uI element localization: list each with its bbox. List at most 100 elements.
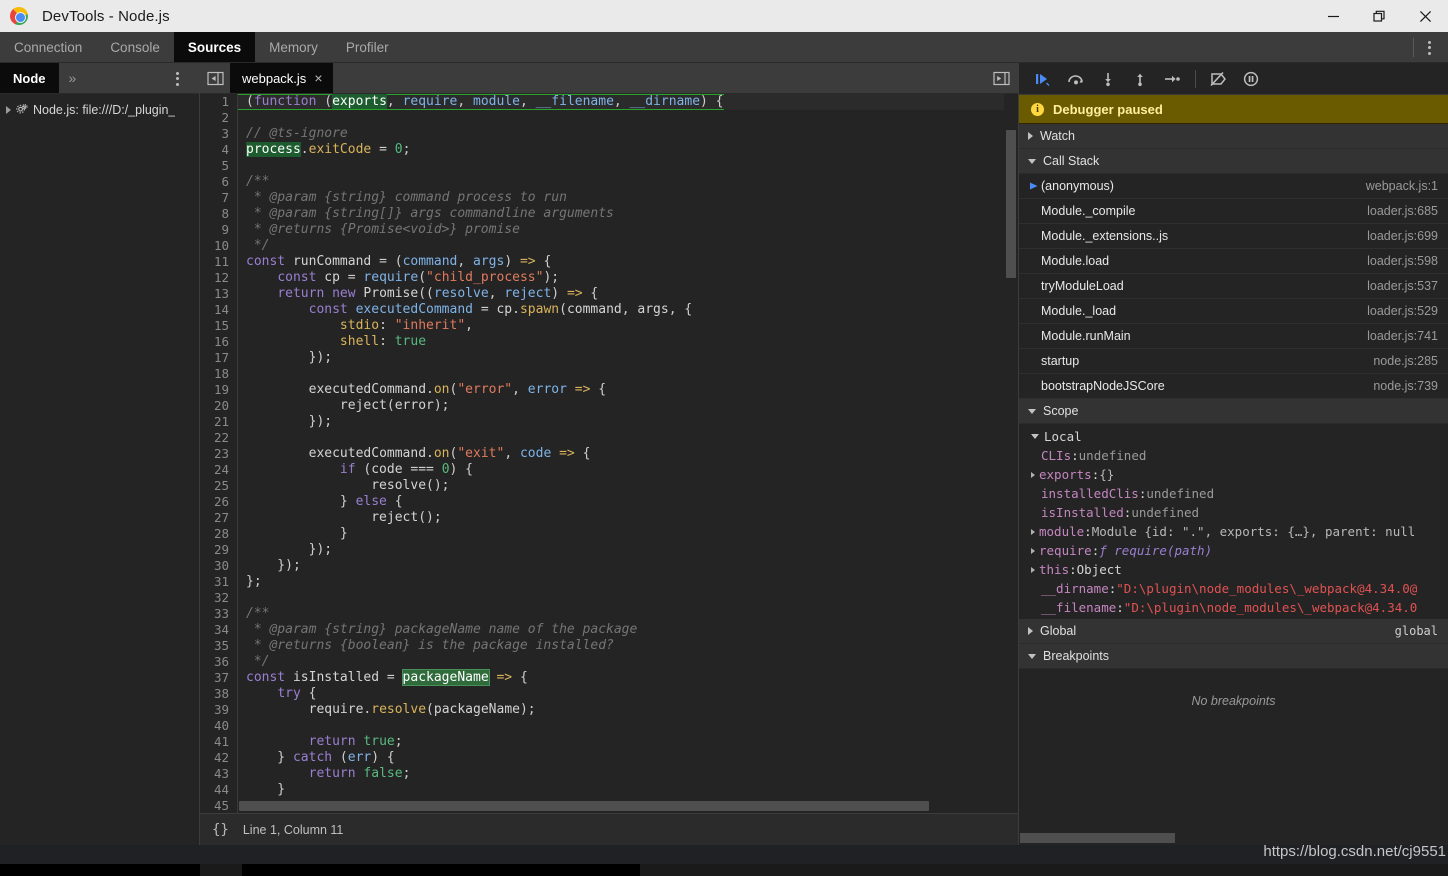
step-out-of-current-function-icon[interactable]: [1125, 65, 1155, 93]
call-stack-row[interactable]: Module._extensions..js loader.js:699: [1019, 224, 1448, 249]
code-line[interactable]: 25 resolve();: [200, 478, 1004, 494]
code-line[interactable]: 38 try {: [200, 686, 1004, 702]
code-line[interactable]: 28 }: [200, 526, 1004, 542]
code-text[interactable]: * @param {string} command process to run: [238, 190, 567, 206]
code-text[interactable]: * @returns {Promise<void>} promise: [238, 222, 520, 238]
code-text[interactable]: } else {: [238, 494, 403, 510]
code-text[interactable]: reject();: [238, 510, 441, 526]
step-icon[interactable]: [1157, 65, 1187, 93]
editor-vertical-scrollbar[interactable]: [1004, 94, 1018, 799]
chevron-right-icon[interactable]: [1031, 528, 1035, 535]
code-line[interactable]: 10 */: [200, 238, 1004, 254]
code-lines[interactable]: 1 (function (exports, require, module, __…: [200, 94, 1004, 813]
call-stack-row[interactable]: bootstrapNodeJSCore node.js:739: [1019, 374, 1448, 399]
code-text[interactable]: [238, 718, 254, 734]
restore-icon[interactable]: [1356, 0, 1402, 32]
code-text[interactable]: const cp = require("child_process");: [238, 270, 559, 286]
scope-variable-row[interactable]: exports: {}: [1019, 465, 1448, 484]
line-number[interactable]: 8: [200, 206, 238, 222]
code-text[interactable]: * @param {string} packageName name of th…: [238, 622, 638, 638]
resume-script-execution-icon[interactable]: [1029, 65, 1059, 93]
line-number[interactable]: 39: [200, 702, 238, 718]
line-number[interactable]: 40: [200, 718, 238, 734]
code-text[interactable]: const runCommand = (command, args) => {: [238, 254, 551, 270]
code-text[interactable]: [238, 110, 254, 126]
code-line[interactable]: 19 executedCommand.on("error", error => …: [200, 382, 1004, 398]
code-line[interactable]: 14 const executedCommand = cp.spawn(comm…: [200, 302, 1004, 318]
code-line[interactable]: 18: [200, 366, 1004, 382]
code-line[interactable]: 22: [200, 430, 1004, 446]
scope-variable-row[interactable]: __filename: "D:\plugin\node_modules\_web…: [1019, 598, 1448, 617]
code-line[interactable]: 7 * @param {string} command process to r…: [200, 190, 1004, 206]
code-text[interactable]: /**: [238, 606, 269, 622]
scope-variable-row[interactable]: module: Module {id: ".", exports: {…}, p…: [1019, 522, 1448, 541]
code-line[interactable]: 1 (function (exports, require, module, __…: [200, 94, 1004, 110]
call-stack-row[interactable]: Module._compile loader.js:685: [1019, 199, 1448, 224]
show-debugger-icon[interactable]: [993, 63, 1010, 94]
line-number[interactable]: 41: [200, 734, 238, 750]
code-text[interactable]: });: [238, 558, 301, 574]
section-header-call-stack[interactable]: Call Stack: [1019, 149, 1448, 174]
code-text[interactable]: process.exitCode = 0;: [238, 142, 410, 158]
call-stack-row[interactable]: (anonymous) webpack.js:1: [1019, 174, 1448, 199]
code-line[interactable]: 6 /**: [200, 174, 1004, 190]
line-number[interactable]: 30: [200, 558, 238, 574]
code-line[interactable]: 43 return false;: [200, 766, 1004, 782]
line-number[interactable]: 9: [200, 222, 238, 238]
code-text[interactable]: executedCommand.on("exit", code => {: [238, 446, 591, 462]
chevron-right-icon[interactable]: [1031, 547, 1035, 554]
scrollbar-thumb[interactable]: [1006, 130, 1016, 278]
code-text[interactable]: (function (exports, require, module, __f…: [238, 94, 724, 110]
call-stack-row[interactable]: Module.runMain loader.js:741: [1019, 324, 1448, 349]
code-line[interactable]: 9 * @returns {Promise<void>} promise: [200, 222, 1004, 238]
code-line[interactable]: 32: [200, 590, 1004, 606]
code-text[interactable]: /**: [238, 174, 269, 190]
line-number[interactable]: 6: [200, 174, 238, 190]
line-number[interactable]: 45: [200, 798, 238, 813]
code-line[interactable]: 12 const cp = require("child_process");: [200, 270, 1004, 286]
code-text[interactable]: stdio: "inherit",: [238, 318, 473, 334]
line-number[interactable]: 16: [200, 334, 238, 350]
tab-memory[interactable]: Memory: [255, 32, 332, 62]
line-number[interactable]: 4: [200, 142, 238, 158]
scope-variable-row[interactable]: CLIs: undefined: [1019, 446, 1448, 465]
scope-variable-row[interactable]: require: ƒ require(path): [1019, 541, 1448, 560]
code-line[interactable]: 15 stdio: "inherit",: [200, 318, 1004, 334]
line-number[interactable]: 42: [200, 750, 238, 766]
line-number[interactable]: 24: [200, 462, 238, 478]
code-text[interactable]: if (code === 0) {: [238, 462, 473, 478]
code-text[interactable]: };: [238, 574, 262, 590]
line-number[interactable]: 17: [200, 350, 238, 366]
scope-group-global[interactable]: Global global: [1019, 619, 1448, 644]
pretty-print-icon[interactable]: {}: [212, 822, 229, 838]
code-line[interactable]: 13 return new Promise((resolve, reject) …: [200, 286, 1004, 302]
line-number[interactable]: 36: [200, 654, 238, 670]
code-line[interactable]: 40: [200, 718, 1004, 734]
code-text[interactable]: shell: true: [238, 334, 426, 350]
pause-on-exceptions-icon[interactable]: [1236, 65, 1266, 93]
line-number[interactable]: 2: [200, 110, 238, 126]
code-line[interactable]: 26 } else {: [200, 494, 1004, 510]
code-text[interactable]: }: [238, 782, 285, 798]
navigator-more-tabs-icon[interactable]: »: [59, 63, 87, 93]
line-number[interactable]: 28: [200, 526, 238, 542]
code-line[interactable]: 23 executedCommand.on("exit", code => {: [200, 446, 1004, 462]
code-line[interactable]: 4 process.exitCode = 0;: [200, 142, 1004, 158]
scope-variable-row[interactable]: __dirname: "D:\plugin\node_modules\_webp…: [1019, 579, 1448, 598]
section-header-scope[interactable]: Scope: [1019, 399, 1448, 424]
scope-variable-row[interactable]: this: Object: [1019, 560, 1448, 579]
line-number[interactable]: 31: [200, 574, 238, 590]
line-number[interactable]: 12: [200, 270, 238, 286]
code-text[interactable]: */: [238, 654, 270, 670]
code-text[interactable]: });: [238, 542, 332, 558]
code-text[interactable]: [238, 158, 254, 174]
line-number[interactable]: 21: [200, 414, 238, 430]
section-header-breakpoints[interactable]: Breakpoints: [1019, 644, 1448, 669]
call-stack-row[interactable]: Module._load loader.js:529: [1019, 299, 1448, 324]
code-line[interactable]: 20 reject(error);: [200, 398, 1004, 414]
code-text[interactable]: * @returns {boolean} is the package inst…: [238, 638, 614, 654]
navigator-options-icon[interactable]: [169, 63, 185, 94]
line-number[interactable]: 14: [200, 302, 238, 318]
code-text[interactable]: } catch (err) {: [238, 750, 394, 766]
code-line[interactable]: 5: [200, 158, 1004, 174]
